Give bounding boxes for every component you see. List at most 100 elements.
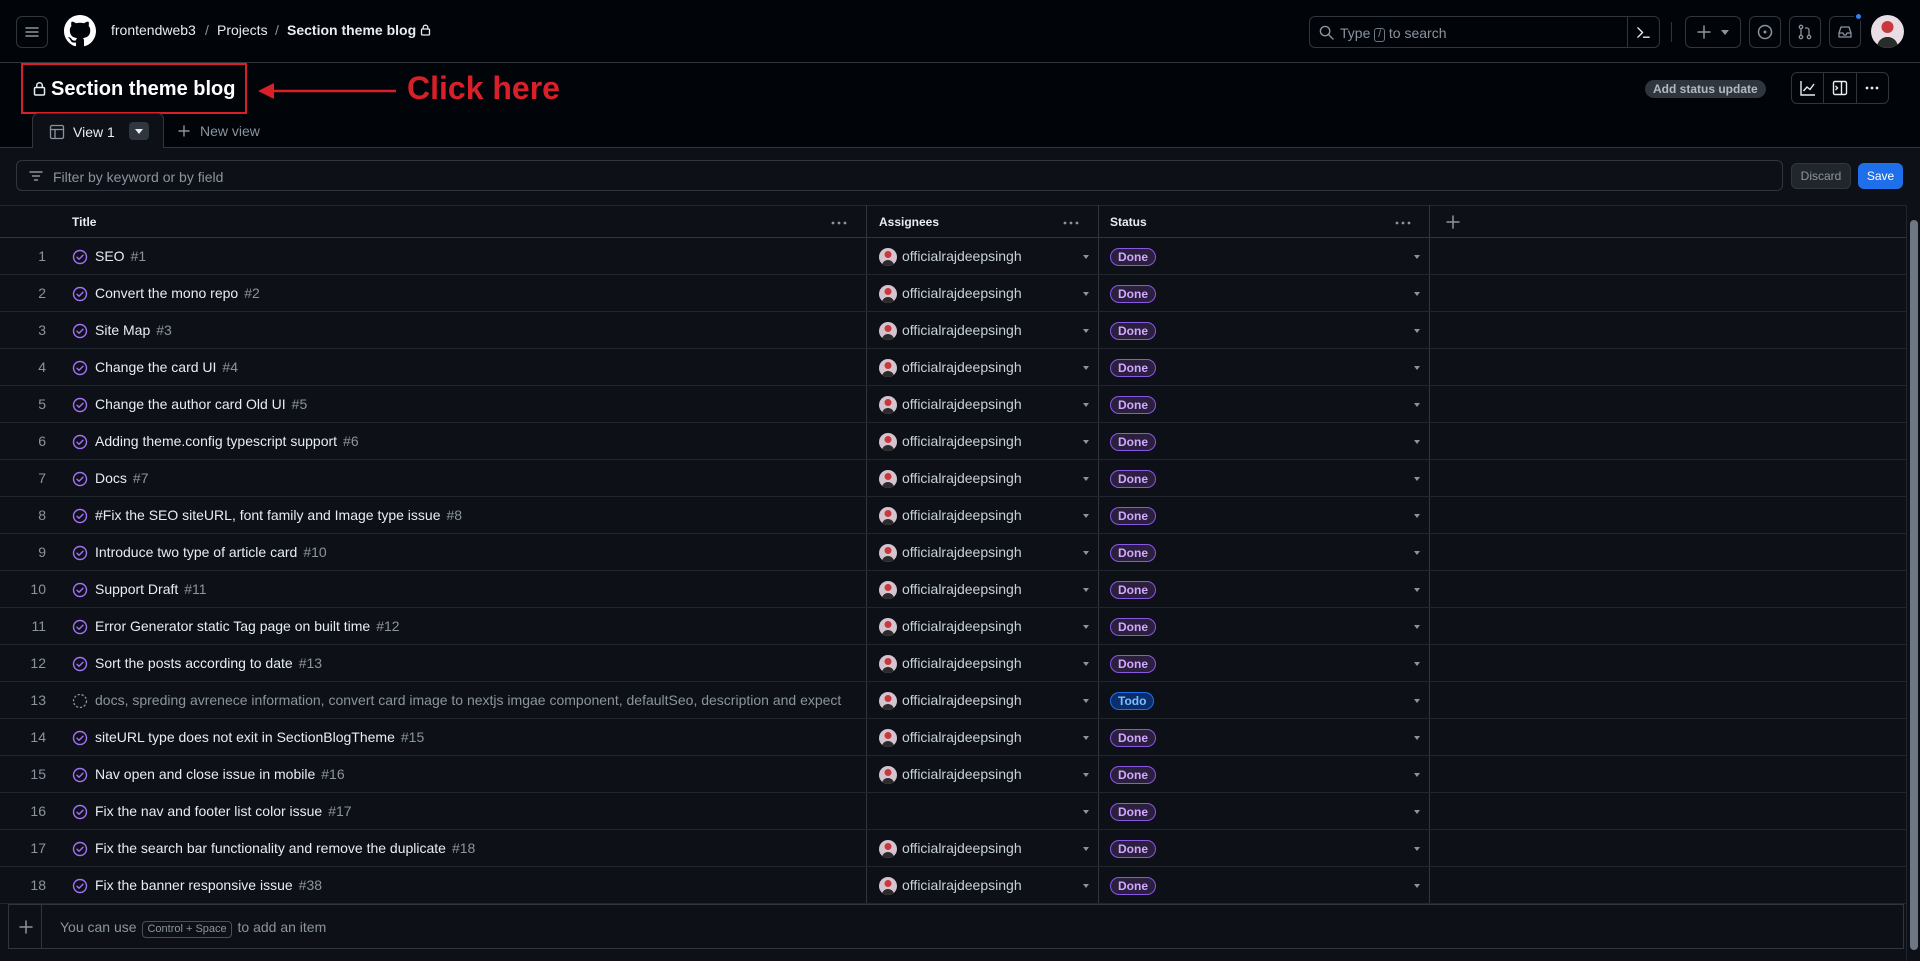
assignee-dropdown-icon[interactable] [1083,292,1089,296]
assignee-name[interactable]: officialrajdeepsingh [902,248,1022,264]
breadcrumb-org[interactable]: frontendweb3 [111,22,196,38]
assignee-name[interactable]: officialrajdeepsingh [902,285,1022,301]
add-item-row[interactable]: You can use Control + Space to add an it… [8,904,1904,949]
status-badge[interactable]: Done [1110,581,1156,599]
status-dropdown-icon[interactable] [1414,329,1420,333]
status-dropdown-icon[interactable] [1414,884,1420,888]
item-title[interactable]: docs, spreding avrenece information, con… [95,692,841,708]
assignee-name[interactable]: officialrajdeepsingh [902,470,1022,486]
assignee-name[interactable]: officialrajdeepsingh [902,618,1022,634]
table-row[interactable]: 13 docs, spreding avrenece information, c… [0,682,1906,719]
status-dropdown-icon[interactable] [1414,588,1420,592]
status-badge[interactable]: Done [1110,359,1156,377]
status-badge[interactable]: Done [1110,729,1156,747]
status-dropdown-icon[interactable] [1414,551,1420,555]
column-status-menu[interactable] [1395,206,1411,239]
item-title[interactable]: siteURL type does not exit in SectionBlo… [95,729,424,745]
item-title[interactable]: Change the card UI #4 [95,359,238,375]
assignee-name[interactable]: officialrajdeepsingh [902,544,1022,560]
status-badge[interactable]: Done [1110,248,1156,266]
assignee-dropdown-icon[interactable] [1083,662,1089,666]
view-options-button[interactable] [129,122,149,140]
issues-button[interactable] [1749,16,1781,48]
new-view-button[interactable]: New view [172,113,272,148]
project-more-button[interactable] [1857,73,1888,103]
status-badge[interactable]: Done [1110,544,1156,562]
search-input[interactable]: Type / to search [1309,16,1660,48]
assignee-name[interactable]: officialrajdeepsingh [902,433,1022,449]
table-row[interactable]: 7 Docs #7 officialrajdeepsingh Done [0,460,1906,497]
status-badge[interactable]: Todo [1110,692,1155,710]
status-badge[interactable]: Done [1110,618,1156,636]
assignee-name[interactable]: officialrajdeepsingh [902,581,1022,597]
table-row[interactable]: 17 Fix the search bar functionality and r… [0,830,1906,867]
table-row[interactable]: 15 Nav open and close issue in mobile #16 o… [0,756,1906,793]
table-row[interactable]: 8 #Fix the SEO siteURL, font family and I… [0,497,1906,534]
status-dropdown-icon[interactable] [1414,625,1420,629]
add-status-update-button[interactable]: Add status update [1645,80,1766,98]
plus-icon[interactable] [19,920,33,934]
status-dropdown-icon[interactable] [1414,255,1420,259]
table-row[interactable]: 18 Fix the banner responsive issue #38 offi… [0,867,1906,904]
breadcrumb-project[interactable]: Section theme blog [287,22,416,38]
status-badge[interactable]: Done [1110,877,1156,895]
status-dropdown-icon[interactable] [1414,292,1420,296]
assignee-dropdown-icon[interactable] [1083,329,1089,333]
assignee-dropdown-icon[interactable] [1083,440,1089,444]
assignee-dropdown-icon[interactable] [1083,810,1089,814]
table-row[interactable]: 3 Site Map #3 officialrajdeepsingh Done [0,312,1906,349]
status-dropdown-icon[interactable] [1414,699,1420,703]
insights-button[interactable] [1792,73,1825,103]
assignee-name[interactable]: officialrajdeepsingh [902,655,1022,671]
table-row[interactable]: 1 SEO #1 officialrajdeepsingh Done [0,238,1906,275]
table-row[interactable]: 5 Change the author card Old UI #5 official… [0,386,1906,423]
item-title[interactable]: Support Draft #11 [95,581,207,597]
assignee-dropdown-icon[interactable] [1083,699,1089,703]
status-badge[interactable]: Done [1110,766,1156,784]
item-title[interactable]: Fix the search bar functionality and rem… [95,840,475,856]
assignee-dropdown-icon[interactable] [1083,366,1089,370]
add-field-button[interactable] [1446,215,1460,229]
status-dropdown-icon[interactable] [1414,514,1420,518]
status-dropdown-icon[interactable] [1414,847,1420,851]
table-row[interactable]: 6 Adding theme.config typescript support #… [0,423,1906,460]
status-dropdown-icon[interactable] [1414,477,1420,481]
item-title[interactable]: Fix the banner responsive issue #38 [95,877,322,893]
assignee-dropdown-icon[interactable] [1083,588,1089,592]
save-button[interactable]: Save [1858,163,1903,189]
assignee-name[interactable]: officialrajdeepsingh [902,840,1022,856]
assignee-name[interactable]: officialrajdeepsingh [902,766,1022,782]
status-badge[interactable]: Done [1110,433,1156,451]
side-panel-button[interactable] [1824,73,1857,103]
status-badge[interactable]: Done [1110,396,1156,414]
assignee-dropdown-icon[interactable] [1083,551,1089,555]
create-new-button[interactable] [1685,16,1741,48]
status-dropdown-icon[interactable] [1414,366,1420,370]
status-badge[interactable]: Done [1110,803,1156,821]
tab-view-1[interactable]: View 1 [32,113,164,149]
table-row[interactable]: 16 Fix the nav and footer list color issu… [0,793,1906,830]
item-title[interactable]: Nav open and close issue in mobile #16 [95,766,345,782]
item-title[interactable]: #Fix the SEO siteURL, font family and Im… [95,507,462,523]
assignee-dropdown-icon[interactable] [1083,884,1089,888]
assignee-dropdown-icon[interactable] [1083,625,1089,629]
table-row[interactable]: 9 Introduce two type of article card #10 of… [0,534,1906,571]
assignee-name[interactable]: officialrajdeepsingh [902,877,1022,893]
column-title-menu[interactable] [831,206,847,239]
status-badge[interactable]: Done [1110,470,1156,488]
item-title[interactable]: SEO #1 [95,248,146,264]
assignee-dropdown-icon[interactable] [1083,736,1089,740]
status-badge[interactable]: Done [1110,507,1156,525]
assignee-name[interactable]: officialrajdeepsingh [902,322,1022,338]
table-row[interactable]: 10 Support Draft #11 officialrajdeepsingh Do… [0,571,1906,608]
status-dropdown-icon[interactable] [1414,662,1420,666]
assignee-name[interactable]: officialrajdeepsingh [902,396,1022,412]
assignee-dropdown-icon[interactable] [1083,255,1089,259]
status-dropdown-icon[interactable] [1414,773,1420,777]
column-assignees[interactable]: Assignees [879,206,939,239]
command-palette-icon[interactable] [1636,25,1651,40]
table-row[interactable]: 11 Error Generator static Tag page on bui… [0,608,1906,645]
table-row[interactable]: 2 Convert the mono repo #2 officialrajdeeps… [0,275,1906,312]
column-assignees-menu[interactable] [1063,206,1079,239]
menu-button[interactable] [16,16,48,48]
